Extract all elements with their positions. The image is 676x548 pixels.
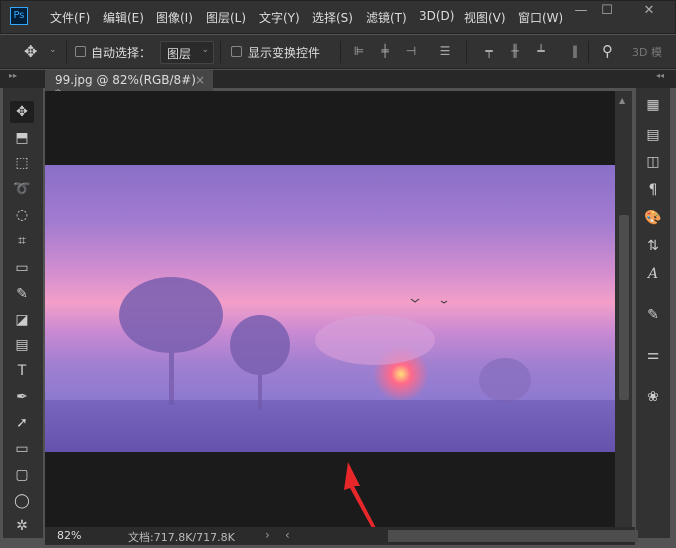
search-icon[interactable]: ⚲ [602,42,613,60]
close-button[interactable]: ✕ [634,2,664,20]
eraser-tool-icon[interactable]: ◪ [10,309,34,331]
menu-view[interactable]: 视图(V) [464,9,506,26]
align-center-icon[interactable]: ╪ [378,44,392,58]
scroll-up-icon[interactable]: ▲ [619,96,625,105]
paragraph-panel-icon[interactable]: ¶ [643,180,663,200]
pen-tool-icon[interactable]: ✒ [10,386,34,408]
type-tool-icon[interactable]: T [10,360,34,382]
tool-preset-chevron-icon[interactable]: ⌄ [49,45,57,55]
channels-panel-icon[interactable]: ❀ [643,387,663,407]
divider [340,41,341,63]
auto-select-checkbox[interactable] [75,46,86,57]
brush-settings-icon[interactable]: ✎ [643,305,663,325]
sunrise-landscape-image [45,277,615,452]
collapse-panel-icon[interactable]: ◂◂ [656,71,664,80]
artboard-tool-icon[interactable]: ⬒ [10,127,34,149]
maximize-button[interactable]: ☐ [592,2,622,20]
expand-panel-icon[interactable]: ▸▸ [9,71,17,80]
show-transform-checkbox[interactable] [231,46,242,57]
align-middle-icon[interactable]: ╫ [508,44,522,58]
menu-3d[interactable]: 3D(D) [419,9,454,23]
align-right-icon[interactable]: ⊣ [404,44,418,58]
gradient-tool-icon[interactable]: ▤ [10,334,34,356]
divider [588,41,589,63]
properties-panel-icon[interactable]: ▤ [643,125,663,145]
divider [220,41,221,63]
menu-image[interactable]: 图像(I) [156,9,193,26]
distribute-vertical-icon[interactable]: ‖ [568,44,582,58]
align-left-icon[interactable]: ⊫ [352,44,366,58]
custom-shape-tool-icon[interactable]: ✲ [10,515,34,537]
lasso-tool-icon[interactable]: ➰ [10,178,34,200]
menu-type[interactable]: 文字(Y) [259,9,300,26]
auto-select-label: 自动选择： [91,46,152,60]
menu-edit[interactable]: 编辑(E) [103,9,144,26]
menu-file[interactable]: 文件(F) [50,9,90,26]
ps-logo: Ps [10,7,28,25]
rounded-rect-tool-icon[interactable]: ▢ [10,464,34,486]
3d-mode-label[interactable]: 3D 模 [632,44,676,60]
menu-layer[interactable]: 图层(L) [206,9,246,26]
path-select-tool-icon[interactable]: ➚ [10,412,34,434]
quick-select-tool-icon[interactable]: ◌ [10,204,34,226]
chevron-down-icon: ⌄ [201,45,209,55]
align-top-icon[interactable]: ┯ [482,44,496,58]
dropdown-value: 图层 [167,47,192,61]
document-tab[interactable]: 99.jpg @ 82%(RGB/8#) *× [45,70,213,101]
status-menu-chevron-icon[interactable]: › [265,528,270,542]
document-info: 文档:717.8K/717.8K [128,531,235,544]
rectangle-tool-icon[interactable]: ▭ [10,438,34,460]
ruler-tool-icon[interactable]: ▭ [10,257,34,279]
distribute-icon[interactable]: ☰ [438,44,452,58]
horizontal-scroll-thumb[interactable] [388,530,638,542]
align-bottom-icon[interactable]: ┷ [534,44,548,58]
red-arrow-annotation [344,462,376,528]
menu-window[interactable]: 窗口(W) [518,9,562,26]
move-tool-icon[interactable]: ✥ [24,42,37,61]
marquee-tool-icon[interactable]: ⬚ [10,152,34,174]
zoom-level[interactable]: 82% [57,529,81,542]
show-transform-label: 显示变换控件 [248,46,321,60]
libraries-panel-icon[interactable]: ◫ [643,152,663,172]
crop-tool-icon[interactable]: ⌗ [10,230,34,252]
auto-select-target-dropdown[interactable]: 图层 ⌄ [160,41,214,64]
menu-select[interactable]: 选择(S) [312,9,353,26]
divider [466,41,467,63]
character-panel-icon[interactable]: A [643,264,663,284]
grid-panel-icon[interactable]: ▦ [643,95,663,115]
ellipse-tool-icon[interactable]: ◯ [10,490,34,512]
swatches-panel-icon[interactable]: 🎨 [643,208,663,228]
vertical-scroll-thumb[interactable] [619,215,629,400]
brush-tool-icon[interactable]: ✎ [10,283,34,305]
divider [66,41,67,63]
menu-filter[interactable]: 滤镜(T) [366,9,407,26]
close-tab-icon[interactable]: × [195,73,205,87]
scroll-left-icon[interactable]: ‹ [285,528,290,542]
history-panel-icon[interactable]: ⇅ [643,236,663,256]
photo-image [45,165,615,452]
move-tool-icon[interactable]: ✥ [10,101,34,123]
adjustments-panel-icon[interactable]: ⚌ [643,345,663,365]
